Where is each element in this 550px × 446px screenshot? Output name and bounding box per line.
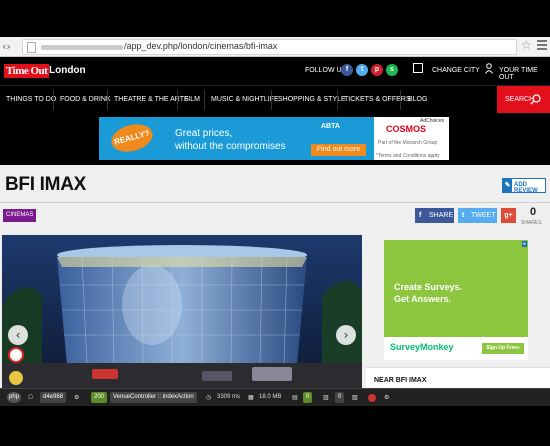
timeout-logo[interactable]: Time Out xyxy=(4,64,50,78)
divider xyxy=(0,202,550,203)
logs-icon[interactable]: ▧ xyxy=(352,394,358,401)
facebook-icon: f xyxy=(419,212,422,219)
spotify-icon[interactable]: s xyxy=(386,64,398,76)
near-title: NEAR BFI IMAX xyxy=(374,377,427,384)
address-bar[interactable]: /app_dev.php/london/cinemas/bfi-imax xyxy=(22,39,517,55)
twitter-icon: t xyxy=(462,212,465,219)
main-nav: THINGS TO DO FOOD & DRINK THEATRE & THE … xyxy=(0,85,550,114)
controller-action[interactable]: VenueController :: indexAction xyxy=(110,392,197,403)
adchoices-icon[interactable]: ▸ xyxy=(522,241,527,247)
browser-menu-icon[interactable] xyxy=(537,40,547,52)
change-city-icon[interactable] xyxy=(413,63,423,73)
nav-divider xyxy=(107,90,108,110)
category-tag[interactable]: CINEMAS xyxy=(3,209,37,222)
ad-footer: SurveyMonkey Sign Up Free» xyxy=(384,337,528,360)
gear-icon[interactable]: ⚙ xyxy=(74,394,79,401)
memory-icon: ▦ xyxy=(248,395,254,401)
search-icon xyxy=(530,94,541,105)
cosmos-logo: COSMOS xyxy=(386,124,427,134)
search-button[interactable]: SEARCH xyxy=(497,86,550,114)
really-sale-badge: REALLY? xyxy=(108,120,156,156)
surveymonkey-logo: SurveyMonkey xyxy=(390,342,454,352)
main-content: BFI IMAX ✎ ADD REVIEW CINEMAS f SHARE t … xyxy=(0,165,550,388)
back-icon[interactable]: ‹› xyxy=(2,40,11,53)
nav-divider xyxy=(177,90,178,110)
carousel-prev-button[interactable]: ‹ xyxy=(8,325,28,345)
shares-label: SHARES xyxy=(521,220,542,226)
log-count[interactable]: 0 xyxy=(335,392,345,403)
token-icon[interactable]: ⎔ xyxy=(28,394,33,401)
blank-area xyxy=(0,406,550,446)
pinterest-icon[interactable]: p xyxy=(371,64,383,76)
page-icon xyxy=(27,42,36,53)
nav-divider xyxy=(271,90,272,110)
find-out-more-button[interactable]: Find out more xyxy=(311,144,366,156)
browser-window: ‹› /app_dev.php/london/cinemas/bfi-imax … xyxy=(0,0,550,446)
tweet-button[interactable]: t TWEET xyxy=(458,208,497,223)
nav-item-film[interactable]: FILM xyxy=(184,96,200,103)
ad-headline-2: Get Answers. xyxy=(394,294,452,304)
settings-icon[interactable]: ⚙ xyxy=(384,394,389,401)
your-time-out-link[interactable]: YOUR TIME OUT xyxy=(499,67,550,81)
request-time[interactable]: 3309 ms xyxy=(217,394,240,400)
banner-line-2: without the compromises xyxy=(175,141,286,152)
venue-photo-carousel[interactable]: ‹ › xyxy=(2,235,362,388)
cosmos-panel: AdChoices COSMOS Part of the Monarch Gro… xyxy=(374,117,449,160)
bookmark-star-icon[interactable]: ☆ xyxy=(521,38,532,52)
nav-item-things-to-do[interactable]: THINGS TO DO xyxy=(6,96,56,103)
part-of-text: Part of the Monarch Group xyxy=(378,140,438,146)
bfi-imax-photo xyxy=(2,235,362,388)
near-section-header: NEAR BFI IMAX xyxy=(366,367,550,388)
facebook-share-button[interactable]: f SHARE xyxy=(415,208,454,223)
share-label: SHARE xyxy=(429,212,454,219)
nav-divider xyxy=(337,90,338,110)
php-icon[interactable]: php xyxy=(7,392,21,403)
query-count[interactable]: 0 xyxy=(303,392,313,403)
cosmos-banner-ad[interactable]: REALLY? Great prices, without the compro… xyxy=(99,117,449,160)
memory-usage[interactable]: 18.0 MB xyxy=(259,394,281,400)
nav-divider xyxy=(400,90,401,110)
url-text: /app_dev.php/london/cinemas/bfi-imax xyxy=(124,41,278,51)
banner-line-1: Great prices, xyxy=(175,128,233,139)
page-title: BFI IMAX xyxy=(5,174,86,195)
change-city-link[interactable]: CHANGE CITY xyxy=(432,67,480,74)
terms-text: *Terms and Conditions apply xyxy=(376,153,440,159)
google-plus-button[interactable]: g+ xyxy=(501,208,516,223)
nav-item-blog[interactable]: BLOG xyxy=(408,96,427,103)
nav-item-food-drink[interactable]: FOOD & DRINK xyxy=(60,96,111,103)
add-review-button[interactable]: ✎ ADD REVIEW xyxy=(502,178,546,194)
city-name: London xyxy=(49,65,86,76)
sign-up-free-button[interactable]: Sign Up Free» xyxy=(482,343,524,354)
nav-divider xyxy=(204,90,205,110)
nav-item-music-nightlife[interactable]: MUSIC & NIGHTLIFE xyxy=(211,96,279,103)
ad-strip: REALLY? Great prices, without the compro… xyxy=(0,113,550,165)
database-icon: ▤ xyxy=(292,395,298,401)
url-host-redacted xyxy=(41,45,123,50)
ad-headline-1: Create Surveys. xyxy=(394,282,463,292)
twitter-icon[interactable]: t xyxy=(356,64,368,76)
review-icon: ✎ xyxy=(503,179,512,192)
debug-token[interactable]: d4e968 xyxy=(40,392,67,403)
nav-divider xyxy=(53,90,54,110)
carousel-next-button[interactable]: › xyxy=(336,325,356,345)
tweet-label: TWEET xyxy=(471,212,496,219)
add-review-label: ADD REVIEW xyxy=(514,182,538,194)
symfony-debug-toolbar: php ⎔ d4e968 ⚙ 200 VenueController :: in… xyxy=(0,388,550,406)
site-header: Time Out London FOLLOW US f t p s CHANGE… xyxy=(0,57,550,85)
error-indicator-icon[interactable] xyxy=(368,394,376,402)
share-count: 0 xyxy=(529,206,537,218)
security-icon: ▥ xyxy=(323,395,329,401)
nav-item-shopping-style[interactable]: SHOPPING & STYLE xyxy=(278,96,346,103)
clock-icon: ◷ xyxy=(206,395,212,401)
browser-toolbar: ‹› /app_dev.php/london/cinemas/bfi-imax … xyxy=(0,37,550,57)
abta-logo: ABTA xyxy=(321,123,340,130)
surveymonkey-ad[interactable]: ▸ Create Surveys. Get Answers. SurveyMon… xyxy=(384,240,528,360)
user-icon[interactable] xyxy=(485,63,493,74)
facebook-icon[interactable]: f xyxy=(341,64,353,76)
status-code-badge[interactable]: 200 xyxy=(91,392,108,403)
